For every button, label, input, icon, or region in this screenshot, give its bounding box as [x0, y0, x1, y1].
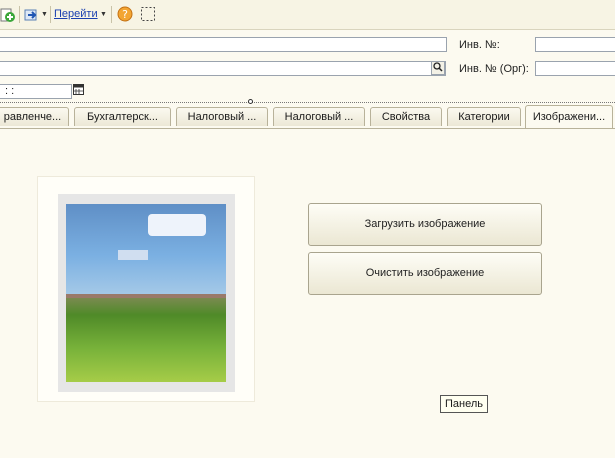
tab-accounting[interactable]: Бухгалтерск...: [74, 107, 171, 126]
panel-tooltip: Панель: [440, 395, 489, 413]
chevron-down-icon[interactable]: ▼: [100, 11, 107, 18]
tab-images[interactable]: Изображени...: [525, 105, 613, 128]
green-add-icon[interactable]: [0, 7, 16, 23]
cloud-shape: [118, 250, 148, 260]
toolbar: ▼ Перейти ▼ ?: [0, 0, 615, 30]
svg-text:?: ?: [122, 8, 128, 21]
grass-area: [66, 298, 226, 382]
clear-image-button[interactable]: Очистить изображение: [308, 252, 542, 295]
cloud-shape: [148, 214, 206, 236]
date-field[interactable]: : :: [0, 84, 72, 99]
calendar-icon[interactable]: [71, 84, 85, 98]
inv-label: Инв. №:: [459, 39, 500, 51]
help-icon[interactable]: ?: [117, 6, 133, 22]
toolbar-separator: [111, 6, 112, 23]
name-field[interactable]: [0, 37, 447, 52]
splitter-line[interactable]: [0, 102, 615, 103]
goto-menu[interactable]: Перейти: [54, 8, 98, 20]
date-value: : :: [5, 85, 15, 97]
tab-management[interactable]: равленче...: [0, 107, 69, 126]
image-preview: [58, 194, 235, 392]
tab-tax-1[interactable]: Налоговый ...: [176, 107, 268, 126]
toolbar-separator: [19, 6, 20, 23]
tab-categories[interactable]: Категории: [447, 107, 521, 126]
inv-number-field[interactable]: [535, 37, 615, 52]
select-frame-icon[interactable]: [140, 6, 156, 22]
search-icon[interactable]: [431, 61, 445, 75]
blue-arrow-icon[interactable]: [24, 7, 40, 23]
inv-org-field[interactable]: [535, 61, 615, 76]
select-field[interactable]: [0, 61, 446, 76]
load-image-button[interactable]: Загрузить изображение: [308, 203, 542, 246]
inv-org-label: Инв. № (Орг):: [459, 63, 529, 75]
tab-tax-2[interactable]: Налоговый ...: [273, 107, 365, 126]
tab-properties[interactable]: Свойства: [370, 107, 442, 126]
toolbar-separator: [50, 6, 51, 23]
chevron-down-icon[interactable]: ▼: [41, 11, 48, 18]
